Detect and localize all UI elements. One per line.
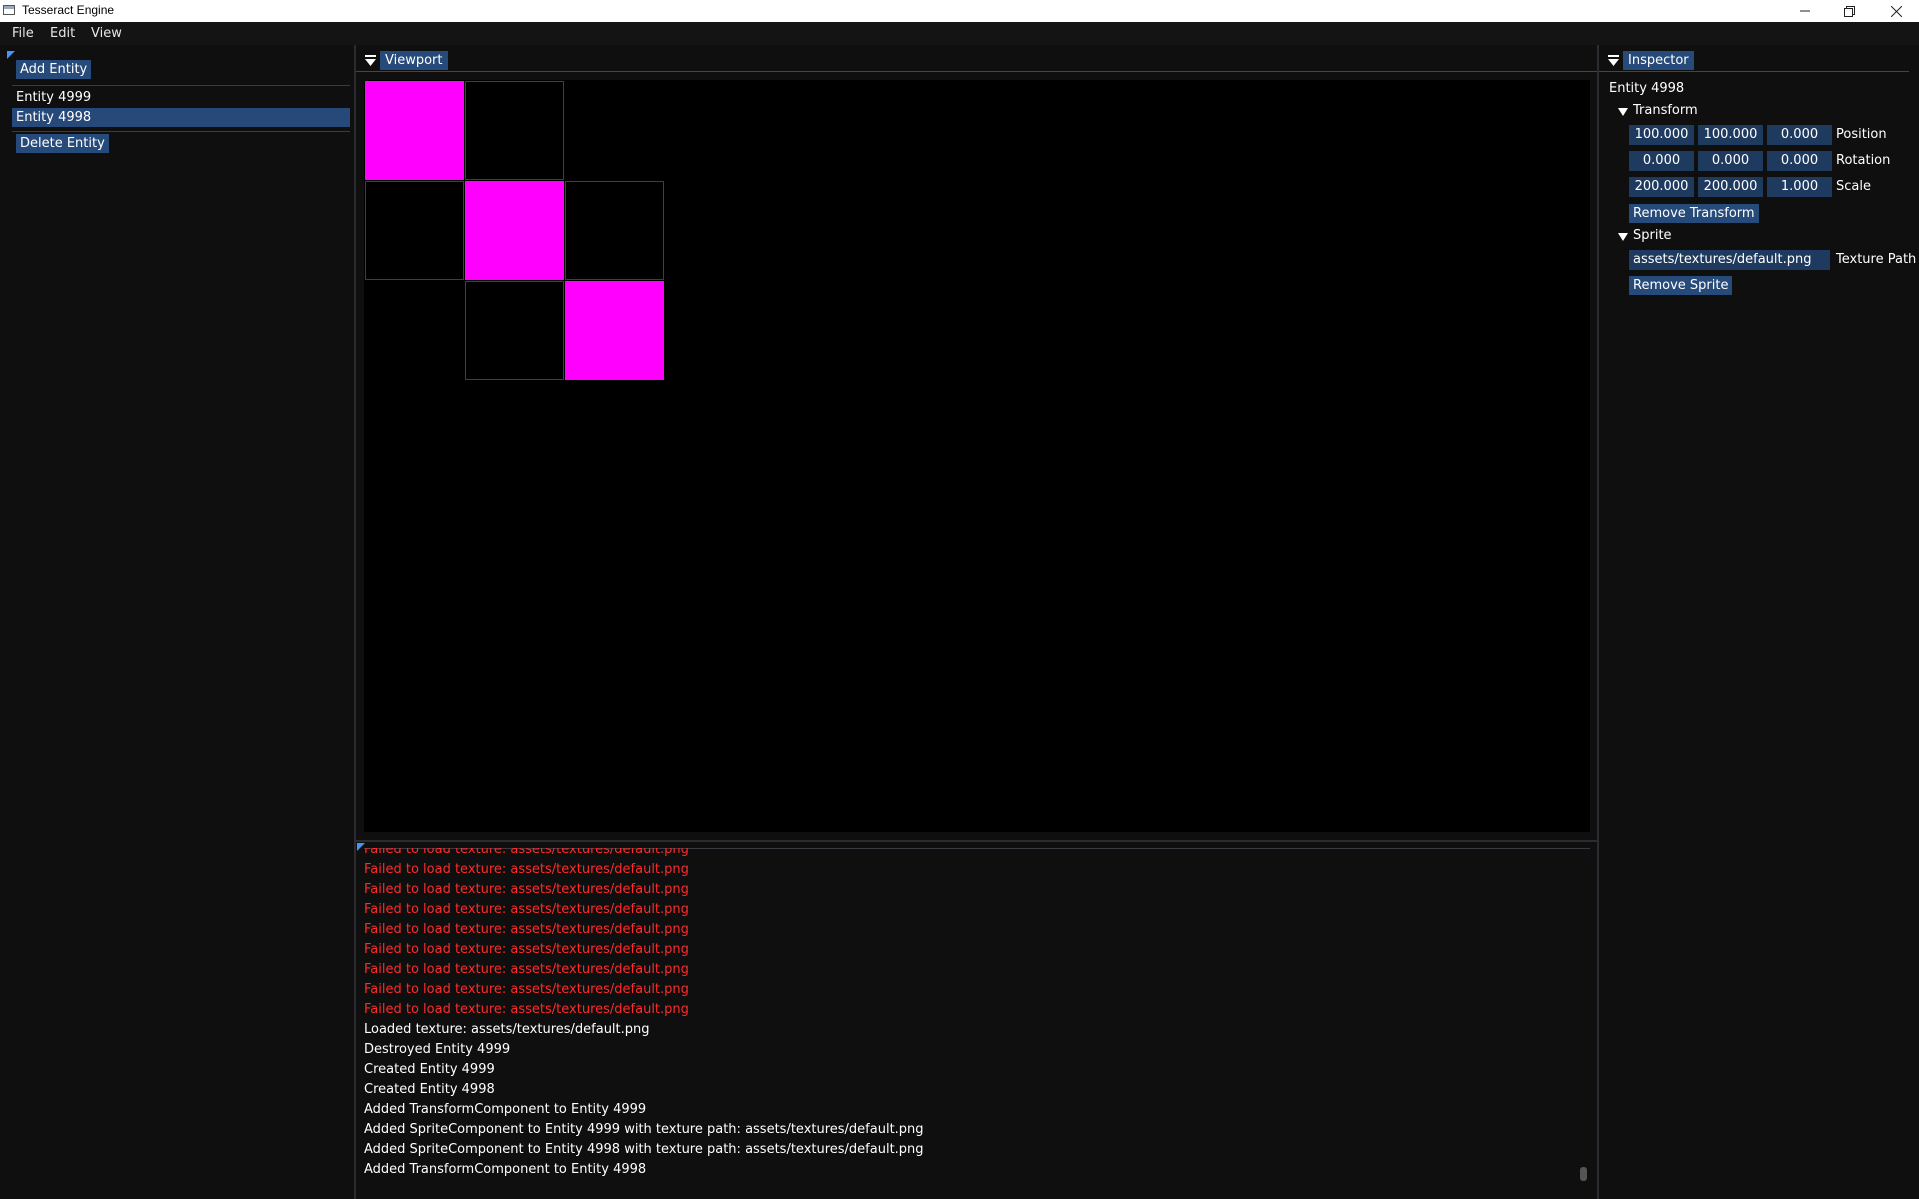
log-line-error: Failed to load texture: assets/textures/… <box>364 922 689 937</box>
title-bar: Tesseract Engine <box>0 0 1919 22</box>
hierarchy-panel: Add Entity Entity 4999 Entity 4998 Delet… <box>0 45 354 1199</box>
sprite-tile-outline <box>565 181 664 280</box>
app-icon <box>3 5 15 15</box>
menu-edit[interactable]: Edit <box>50 26 75 41</box>
separator <box>12 131 350 132</box>
log-line-info: Destroyed Entity 4999 <box>364 1042 511 1057</box>
log-line-info: Added TransformComponent to Entity 4998 <box>364 1162 647 1177</box>
sprite-tile-filled <box>565 281 664 380</box>
transform-header[interactable]: Transform <box>1633 103 1698 118</box>
window-menu-icon[interactable] <box>1608 55 1619 66</box>
rotation-y-field[interactable]: 0.000 <box>1698 151 1763 171</box>
position-z-field[interactable]: 0.000 <box>1767 125 1832 145</box>
window-menu-icon[interactable] <box>365 55 376 66</box>
add-entity-button[interactable]: Add Entity <box>16 60 92 79</box>
log-line-error: Failed to load texture: assets/textures/… <box>364 882 689 897</box>
menu-view[interactable]: View <box>91 26 122 41</box>
inspector-title[interactable]: Inspector <box>1623 51 1694 70</box>
log-line-error: Failed to load texture: assets/textures/… <box>364 848 689 857</box>
log-line-info: Created Entity 4999 <box>364 1062 495 1077</box>
viewport-canvas[interactable] <box>364 80 1590 832</box>
log-line-info: Loaded texture: assets/textures/default.… <box>364 1022 650 1037</box>
window-title: Tesseract Engine <box>22 3 115 17</box>
sprite-tile-filled <box>365 81 464 180</box>
log-line-error: Failed to load texture: assets/textures/… <box>364 942 689 957</box>
rotation-x-field[interactable]: 0.000 <box>1629 151 1694 171</box>
remove-sprite-button[interactable]: Remove Sprite <box>1629 276 1733 295</box>
log-line-info: Added SpriteComponent to Entity 4999 wit… <box>364 1122 924 1137</box>
sprite-header[interactable]: Sprite <box>1633 228 1672 243</box>
separator <box>12 85 350 86</box>
scale-y-field[interactable]: 200.000 <box>1698 177 1763 197</box>
log-line-info: Added TransformComponent to Entity 4999 <box>364 1102 647 1117</box>
restore-icon[interactable] <box>1826 0 1872 22</box>
inspector-panel: Inspector Entity 4998 Transform 100.000 … <box>1599 45 1919 1199</box>
position-x-field[interactable]: 100.000 <box>1629 125 1694 145</box>
console-divider[interactable] <box>356 840 1597 842</box>
menu-bar: File Edit View <box>0 22 1919 45</box>
inspector-entity-name: Entity 4998 <box>1609 81 1685 96</box>
collapse-arrow-icon[interactable] <box>1618 233 1628 241</box>
collapse-arrow-icon[interactable] <box>1618 108 1628 116</box>
position-label: Position <box>1836 127 1887 142</box>
log-line-info: Created Entity 4998 <box>364 1082 495 1097</box>
header-underline <box>356 71 1597 72</box>
texture-path-field[interactable]: assets/textures/default.png <box>1629 250 1830 270</box>
position-y-field[interactable]: 100.000 <box>1698 125 1763 145</box>
remove-transform-button[interactable]: Remove Transform <box>1629 204 1759 223</box>
log-line-error: Failed to load texture: assets/textures/… <box>364 1002 689 1017</box>
log-line-info: Added SpriteComponent to Entity 4998 wit… <box>364 1142 924 1157</box>
entity-item-4999[interactable]: Entity 4999 <box>12 88 350 107</box>
entity-item-4998[interactable]: Entity 4998 <box>12 108 350 127</box>
sprite-tile-outline <box>465 281 564 380</box>
sprite-tile-outline <box>365 181 464 280</box>
viewport-title[interactable]: Viewport <box>380 51 448 70</box>
log-line-error: Failed to load texture: assets/textures/… <box>364 982 689 997</box>
rotation-label: Rotation <box>1836 153 1891 168</box>
scale-x-field[interactable]: 200.000 <box>1629 177 1694 197</box>
log-line-error: Failed to load texture: assets/textures/… <box>364 902 689 917</box>
menu-file[interactable]: File <box>12 26 34 41</box>
console-scrollbar[interactable] <box>1580 1167 1587 1181</box>
sprite-tile-filled <box>465 181 564 280</box>
close-icon[interactable] <box>1873 0 1919 22</box>
texture-path-label: Texture Path <box>1836 252 1917 267</box>
log-line-error: Failed to load texture: assets/textures/… <box>364 962 689 977</box>
delete-entity-button[interactable]: Delete Entity <box>16 134 109 153</box>
console-log[interactable]: Failed to load texture: assets/textures/… <box>356 848 1588 1190</box>
scale-label: Scale <box>1836 179 1871 194</box>
minimize-icon[interactable] <box>1782 0 1828 22</box>
resize-grip-icon[interactable] <box>7 51 15 59</box>
scale-z-field[interactable]: 1.000 <box>1767 177 1832 197</box>
header-underline <box>1599 71 1909 72</box>
rotation-z-field[interactable]: 0.000 <box>1767 151 1832 171</box>
sprite-tile-outline <box>465 81 564 180</box>
log-line-error: Failed to load texture: assets/textures/… <box>364 862 689 877</box>
